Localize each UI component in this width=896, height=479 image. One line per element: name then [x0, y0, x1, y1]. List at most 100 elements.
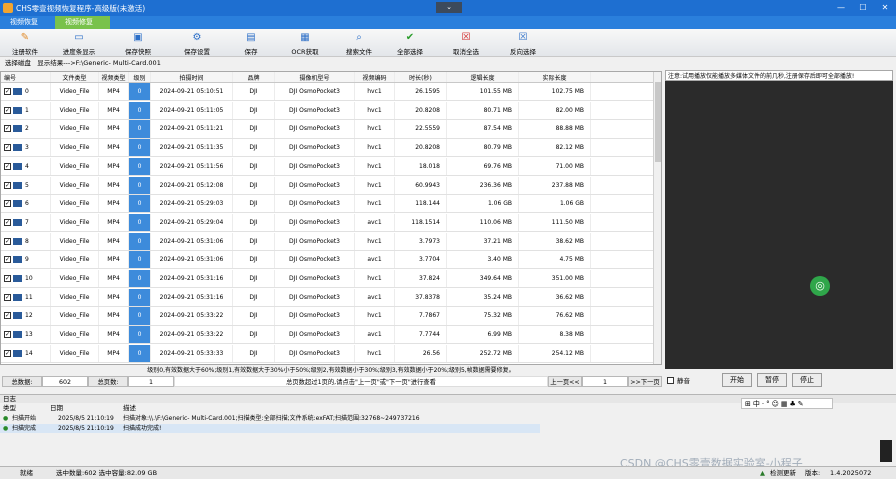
log-row[interactable]: ● 扫描完成 2025/8/5 21:10:19 扫描成功完成! — [0, 424, 540, 433]
collapse-ribbon-button[interactable]: ⌄ — [436, 2, 462, 13]
table-row[interactable]: ✓ 9 Video_File MP4 0 2024-09-21 05:31:06 DJI DJ… — [1, 251, 653, 270]
row-checkbox[interactable]: ✓ — [4, 181, 11, 189]
table-row[interactable]: ✓ 10 Video_File MP4 0 2024-09-21 05:31:16 DJI D… — [1, 270, 653, 289]
deselect-all-button[interactable]: ☒ 取消全选 — [436, 29, 496, 57]
tab-video-repair[interactable]: 视频修复 — [55, 16, 110, 29]
video-preview[interactable]: ◎ — [665, 81, 893, 369]
select-disk-label[interactable]: 选择磁盘 — [5, 59, 31, 67]
mute-box[interactable] — [667, 376, 674, 384]
col-codec: avc1 — [355, 213, 395, 232]
col-actual-size-header[interactable]: 实际长度 — [519, 72, 591, 82]
table-row[interactable]: ✓ 6 Video_File MP4 0 2024-09-21 05:29:03 DJI DJ… — [1, 195, 653, 214]
row-checkbox[interactable]: ✓ — [4, 275, 11, 283]
check-all-icon: ✔ — [405, 32, 415, 43]
table-row[interactable]: ✓ 5 Video_File MP4 0 2024-09-21 05:12:08 DJI DJ… — [1, 176, 653, 195]
col-brand: DJI — [233, 101, 275, 119]
table-row[interactable]: ✓ 8 Video_File MP4 0 2024-09-21 05:31:06 DJI DJ… — [1, 232, 653, 251]
col-duration: 118.144 — [395, 195, 447, 213]
col-duration: 20.8208 — [395, 139, 447, 157]
col-level-header[interactable]: 级别 — [129, 72, 151, 82]
table-row[interactable]: ✓ 0 Video_File MP4 0 2024-09-21 05:10:51 DJI DJ… — [1, 83, 653, 102]
col-camera-model: DJI OsmoPocket3 — [275, 157, 355, 175]
check-update-link[interactable]: 检测更新 — [770, 467, 796, 479]
page-input[interactable]: 1 — [582, 376, 628, 387]
row-checkbox[interactable]: ✓ — [4, 256, 11, 264]
invert-selection-button[interactable]: ☒ 反向选择 — [496, 29, 550, 57]
row-checkbox[interactable]: ✓ — [4, 237, 11, 245]
stop-button[interactable]: 停止 — [792, 373, 822, 387]
row-checkbox[interactable]: ✓ — [4, 331, 11, 339]
col-level: 0 — [129, 176, 151, 194]
row-checkbox[interactable]: ✓ — [4, 218, 11, 226]
maximize-button[interactable]: ☐ — [852, 0, 874, 16]
search-files-button[interactable]: ⌕ 搜索文件 — [334, 29, 384, 57]
col-duration: 60.9943 — [395, 176, 447, 194]
col-camera-model: DJI OsmoPocket3 — [275, 270, 355, 288]
col-codec: hvc1 — [355, 120, 395, 138]
col-file-type: Video_File — [51, 101, 99, 119]
col-level: 0 — [129, 139, 151, 157]
col-video-type-header[interactable]: 视频类型 — [99, 72, 129, 82]
col-actual-size: 76.62 MB — [519, 307, 591, 325]
save-settings-button[interactable]: ⚙ 保存设置 — [168, 29, 226, 57]
col-logical-size: 80.79 MB — [447, 139, 519, 157]
row-checkbox[interactable]: ✓ — [4, 106, 11, 114]
col-camera-model-header[interactable]: 摄像机型号 — [275, 72, 355, 82]
col-codec: hvc1 — [355, 232, 395, 250]
register-button[interactable]: ✎ 注册软件 — [0, 29, 50, 57]
col-camera-model: DJI OsmoPocket3 — [275, 232, 355, 250]
minimize-button[interactable]: — — [830, 0, 852, 16]
row-checkbox[interactable]: ✓ — [4, 200, 11, 208]
table-row[interactable]: ✓ 7 Video_File MP4 0 2024-09-21 05:29:04 DJI DJ… — [1, 213, 653, 233]
file-table: 编号 文件类型 视频类型 级别 拍摄时间 品牌 摄像机型号 视频编码 时长(秒) 逻辑长度 实际长度… — [0, 71, 662, 365]
log-desc: 扫描成功完成! — [123, 425, 162, 432]
row-checkbox[interactable]: ✓ — [4, 162, 11, 170]
prev-page-button[interactable]: 上一页<< — [548, 376, 582, 387]
close-button[interactable]: ✕ — [874, 0, 896, 16]
col-codec: hvc1 — [355, 83, 395, 101]
scrollbar-thumb[interactable] — [655, 82, 661, 162]
col-shot-time: 2024-09-21 05:12:08 — [151, 176, 233, 194]
check-update-icon: ▲ — [760, 469, 765, 477]
col-camera-model: DJI OsmoPocket3 — [275, 176, 355, 194]
row-checkbox[interactable]: ✓ — [4, 312, 11, 320]
start-button[interactable]: 开始 — [722, 373, 752, 387]
col-brand-header[interactable]: 品牌 — [233, 72, 275, 82]
col-codec: hvc1 — [355, 139, 395, 157]
table-row[interactable]: ✓ 4 Video_File MP4 0 2024-09-21 05:11:56 DJI DJ… — [1, 157, 653, 176]
col-id-header[interactable]: 编号 — [1, 72, 51, 82]
table-row[interactable]: ✓ 13 Video_File MP4 0 2024-09-21 05:33:22 DJI D… — [1, 326, 653, 345]
table-row[interactable]: ✓ 1 Video_File MP4 0 2024-09-21 05:11:05 DJI DJ… — [1, 101, 653, 120]
table-scrollbar[interactable] — [653, 72, 661, 364]
col-file-type-header[interactable]: 文件类型 — [51, 72, 99, 82]
mute-checkbox[interactable]: 静音 — [667, 375, 690, 385]
progress-display-button[interactable]: ▭ 进度条显示 — [50, 29, 108, 57]
col-codec-header[interactable]: 视频编码 — [355, 72, 395, 82]
select-all-button[interactable]: ✔ 全部选择 — [384, 29, 436, 57]
table-row[interactable]: ✓ 2 Video_File MP4 0 2024-09-21 05:11:21 DJI DJ… — [1, 120, 653, 139]
table-row[interactable]: ✓ 12 Video_File MP4 0 2024-09-21 05:33:22 DJI D… — [1, 307, 653, 326]
table-row[interactable]: ✓ 3 Video_File MP4 0 2024-09-21 05:11:35 DJI DJ… — [1, 139, 653, 158]
next-page-button[interactable]: >>下一页 — [628, 376, 662, 387]
col-logical-size: 6.99 MB — [447, 326, 519, 344]
log-row[interactable]: ● 扫描开始 2025/8/5 21:10:19 扫描对象:\\.\F:\Gen… — [0, 414, 896, 423]
col-id: ✓ 4 — [1, 157, 51, 175]
row-checkbox[interactable]: ✓ — [4, 125, 11, 133]
table-row[interactable]: ✓ 11 Video_File MP4 0 2024-09-21 05:31:16 DJI D… — [1, 288, 653, 307]
row-checkbox[interactable]: ✓ — [4, 144, 11, 152]
tab-video-recovery[interactable]: 视频恢复 — [0, 16, 55, 29]
table-row[interactable]: ✓ 14 Video_File MP4 0 2024-09-21 05:33:33 DJI D… — [1, 344, 653, 363]
col-brand: DJI — [233, 270, 275, 288]
col-shot-time-header[interactable]: 拍摄时间 — [151, 72, 233, 82]
col-duration-header[interactable]: 时长(秒) — [395, 72, 447, 82]
progress-label: 进度条显示 — [62, 48, 96, 56]
ocr-button[interactable]: ▦ OCR获取 — [276, 29, 334, 57]
save-button[interactable]: ▤ 保存 — [226, 29, 276, 57]
col-logical-size-header[interactable]: 逻辑长度 — [447, 72, 519, 82]
row-checkbox[interactable]: ✓ — [4, 293, 11, 301]
col-id: ✓ 14 — [1, 344, 51, 362]
row-checkbox[interactable]: ✓ — [4, 88, 11, 96]
pause-button[interactable]: 暂停 — [757, 373, 787, 387]
save-snapshot-button[interactable]: ▣ 保存快照 — [108, 29, 168, 57]
row-checkbox[interactable]: ✓ — [4, 349, 11, 357]
